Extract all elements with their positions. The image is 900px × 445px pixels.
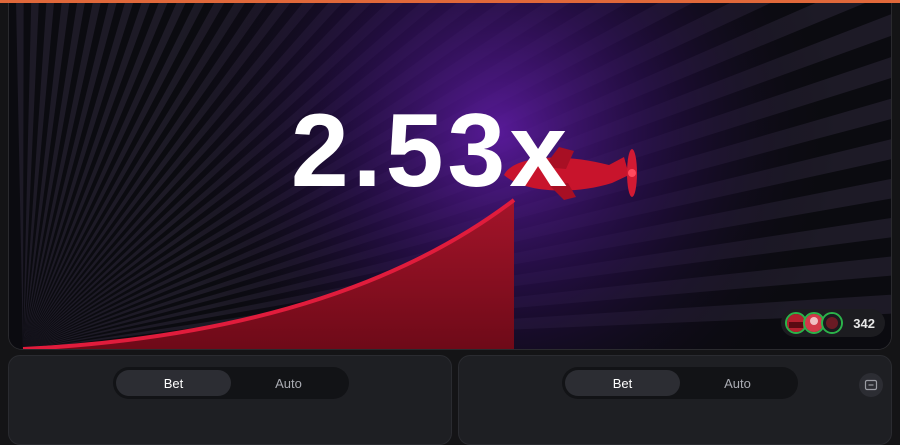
bet-panel-2: Bet Auto <box>458 355 892 445</box>
avatar-icon <box>821 312 844 334</box>
tab-auto[interactable]: Auto <box>680 370 795 396</box>
remove-panel-icon <box>864 379 878 391</box>
bet-mode-toggle: Bet Auto <box>562 367 798 399</box>
online-players-badge: 342 <box>781 309 885 337</box>
player-count: 342 <box>853 315 875 331</box>
tab-bet[interactable]: Bet <box>116 370 231 396</box>
tab-auto[interactable]: Auto <box>231 370 346 396</box>
bet-panel-1: Bet Auto <box>8 355 452 445</box>
bet-mode-toggle: Bet Auto <box>113 367 349 399</box>
game-canvas: 2.53x 342 <box>8 3 892 350</box>
multiplier-display: 2.53x <box>290 93 572 209</box>
tab-bet[interactable]: Bet <box>565 370 680 396</box>
remove-panel-button[interactable] <box>859 373 883 397</box>
